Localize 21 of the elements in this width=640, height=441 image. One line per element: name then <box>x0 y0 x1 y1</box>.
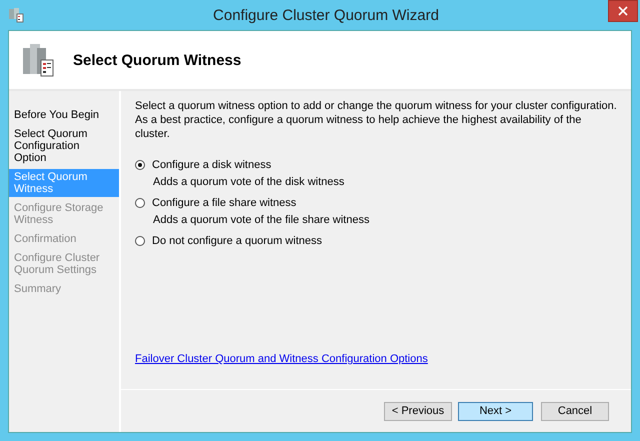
help-link[interactable]: Failover Cluster Quorum and Witness Configuration Options <box>135 353 428 365</box>
server-icon <box>8 7 24 23</box>
radio-button[interactable] <box>135 236 145 246</box>
radio-button[interactable] <box>135 160 145 170</box>
step-item[interactable]: Before You Begin <box>9 107 119 123</box>
server-icon <box>21 42 55 78</box>
option-description: Adds a quorum vote of the file share witness <box>153 214 370 226</box>
close-icon <box>618 6 628 16</box>
window-title: Configure Cluster Quorum Wizard <box>212 6 440 24</box>
radio-button[interactable] <box>135 198 145 208</box>
radio-option[interactable]: Configure a file share witness <box>135 197 617 209</box>
radio-option[interactable]: Configure a disk witness <box>135 159 617 171</box>
option-description: Adds a quorum vote of the disk witness <box>153 176 346 188</box>
page-title: Select Quorum Witness <box>73 52 242 68</box>
next-button[interactable]: Next > <box>458 402 533 420</box>
radio-option[interactable]: Do not configure a quorum witness <box>135 235 617 247</box>
wizard-button[interactable]: Cancel <box>541 402 609 420</box>
wizard-button[interactable]: < Previous <box>384 402 452 420</box>
step-item[interactable]: Select Quorum Configuration Option <box>9 126 119 166</box>
close-button[interactable] <box>608 0 638 22</box>
description-text: Select a quorum witness option to add or change the quorum witness for your cluster configuration. As a best practice, configure a quorum witness to help achieve the highest availability of the cluster. <box>135 99 617 141</box>
